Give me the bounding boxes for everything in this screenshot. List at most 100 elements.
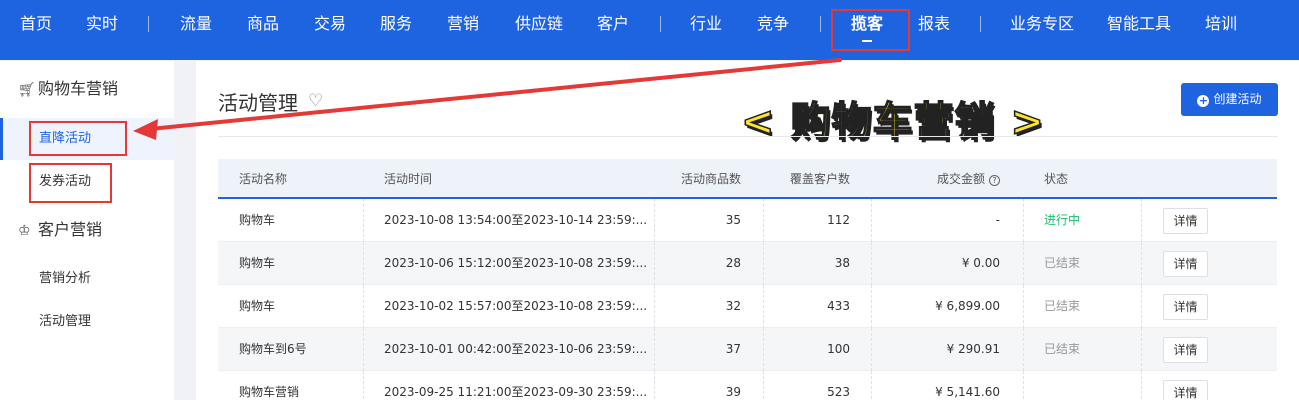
top-nav: 首页 实时 流量 商品 交易 服务 营销 供应链 客户 行业 竞争 揽客 报表 …: [0, 0, 1299, 60]
main-panel: 活动管理 ♡ < 购物车营销 > + 创建活动 活动名称 活动时间 活动商品数 覆…: [196, 61, 1299, 400]
annotation-banner: < 购物车营销 >: [740, 98, 1045, 146]
table-row: 购物车 2023-10-02 15:57:00至2023-10-08 23:59…: [218, 285, 1277, 328]
divider: [218, 136, 1278, 137]
sidebar-group-cart-marketing[interactable]: 🛒︎ 购物车营销: [18, 75, 118, 103]
cell-name: 购物车营销: [239, 385, 300, 399]
nav-item-products[interactable]: 商品: [247, 0, 279, 48]
sidebar-group-label: 客户营销: [38, 220, 103, 239]
nav-item-customers[interactable]: 客户: [597, 0, 629, 48]
column-header-amount: 成交金额?: [908, 159, 1000, 199]
column-divider: [1023, 285, 1024, 328]
cell-customers: 38: [834, 256, 850, 270]
nav-item-reports[interactable]: 报表: [918, 0, 950, 48]
column-divider: [1023, 242, 1024, 285]
cell-name: 购物车: [239, 256, 276, 270]
page-title: 活动管理: [218, 91, 298, 115]
detail-button[interactable]: 详情: [1163, 208, 1208, 234]
cell-time: 2023-10-08 13:54:00至2023-10-14 23:59:...: [384, 213, 648, 227]
create-campaign-button[interactable]: + 创建活动: [1181, 83, 1278, 116]
status-badge: 已结束: [1044, 342, 1081, 356]
nav-item-training[interactable]: 培训: [1205, 0, 1237, 48]
cell-amount: ¥ 6,899.00: [935, 299, 1000, 313]
sidebar-item-campaign-management[interactable]: 活动管理: [0, 301, 174, 343]
column-divider: [363, 328, 364, 371]
column-divider: [363, 242, 364, 285]
column-divider: [1141, 199, 1142, 242]
cell-products: 32: [725, 299, 741, 313]
detail-button[interactable]: 详情: [1163, 337, 1208, 363]
create-campaign-label: 创建活动: [1213, 92, 1262, 106]
table-row: 购物车 2023-10-06 15:12:00至2023-10-08 23:59…: [218, 242, 1277, 285]
column-divider: [1141, 371, 1142, 400]
detail-button[interactable]: 详情: [1163, 380, 1208, 400]
column-divider: [654, 371, 655, 400]
column-header-amount-label: 成交金额: [936, 172, 985, 186]
campaign-table: 活动名称 活动时间 活动商品数 覆盖客户数 成交金额? 状态 购物车 2023-…: [218, 159, 1277, 400]
cell-products: 39: [725, 385, 741, 399]
cell-time: 2023-10-02 15:57:00至2023-10-08 23:59:...: [384, 299, 648, 313]
cell-amount: -: [995, 213, 1000, 227]
column-divider: [1141, 242, 1142, 285]
cell-customers: 112: [827, 213, 850, 227]
column-divider: [1141, 328, 1142, 371]
cell-name: 购物车到6号: [239, 342, 307, 356]
table-row: 购物车营销 2023-09-25 11:21:00至2023-09-30 23:…: [218, 371, 1277, 400]
crown-icon: ♔: [18, 223, 31, 239]
column-header-status: 状态: [1044, 172, 1069, 186]
column-divider: [1023, 199, 1024, 242]
annotation-highlight-box: [831, 9, 910, 51]
column-divider: [654, 328, 655, 371]
annotation-highlight-box: [29, 163, 112, 203]
plus-icon: +: [1197, 94, 1210, 107]
status-badge: 已结束: [1044, 256, 1081, 270]
cell-time: 2023-10-06 15:12:00至2023-10-08 23:59:...: [384, 256, 648, 270]
cell-products: 37: [725, 342, 741, 356]
sidebar-item-marketing-analysis[interactable]: 营销分析: [0, 258, 174, 300]
column-header-time: 活动时间: [384, 172, 433, 186]
nav-item-marketing[interactable]: 营销: [447, 0, 479, 48]
column-header-name: 活动名称: [239, 172, 288, 186]
nav-item-business-zone[interactable]: 业务专区: [1010, 0, 1074, 48]
column-header-customers: 覆盖客户数: [789, 172, 850, 186]
status-badge: 已结束: [1044, 299, 1081, 313]
nav-item-supply-chain[interactable]: 供应链: [515, 0, 563, 48]
column-divider: [654, 199, 655, 242]
nav-item-traffic[interactable]: 流量: [180, 0, 212, 48]
sidebar-group-customer-marketing[interactable]: ♔ 客户营销: [18, 216, 102, 244]
cell-amount: ¥ 290.91: [946, 342, 1000, 356]
column-divider: [654, 242, 655, 285]
column-divider: [1023, 328, 1024, 371]
cart-icon: 🛒︎: [18, 82, 36, 98]
column-header-products: 活动商品数: [680, 172, 741, 186]
detail-button[interactable]: 详情: [1163, 294, 1208, 320]
nav-separator: [148, 16, 149, 32]
cell-customers: 100: [827, 342, 850, 356]
help-icon[interactable]: ?: [989, 175, 1000, 186]
cell-products: 28: [725, 256, 741, 270]
column-divider: [363, 199, 364, 242]
nav-item-realtime[interactable]: 实时: [86, 0, 118, 48]
sidebar: 🛒︎ 购物车营销 直降活动 发券活动 ♔ 客户营销 营销分析 活动管理: [0, 61, 174, 400]
heart-icon[interactable]: ♡: [308, 91, 323, 111]
sidebar-group-label: 购物车营销: [38, 79, 119, 98]
nav-item-home[interactable]: 首页: [20, 0, 52, 48]
column-divider: [363, 371, 364, 400]
cell-amount: ¥ 0.00: [961, 256, 1000, 270]
cell-time: 2023-09-25 11:21:00至2023-09-30 23:59:...: [384, 385, 648, 399]
table-row: 购物车 2023-10-08 13:54:00至2023-10-14 23:59…: [218, 199, 1277, 242]
annotation-highlight-box: [29, 121, 127, 156]
column-divider: [1141, 285, 1142, 328]
nav-item-industry[interactable]: 行业: [690, 0, 722, 48]
detail-button[interactable]: 详情: [1163, 251, 1208, 277]
nav-item-service[interactable]: 服务: [380, 0, 412, 48]
nav-item-trade[interactable]: 交易: [314, 0, 346, 48]
cell-customers: 433: [827, 299, 850, 313]
table-header: 活动名称 活动时间 活动商品数 覆盖客户数 成交金额? 状态: [218, 159, 1277, 199]
nav-separator: [980, 16, 981, 32]
nav-separator: [820, 16, 821, 32]
cell-time: 2023-10-01 00:42:00至2023-10-06 23:59:...: [384, 342, 648, 356]
cell-amount: ¥ 5,141.60: [935, 385, 1000, 399]
nav-item-competition[interactable]: 竞争: [757, 0, 789, 48]
table-row: 购物车到6号 2023-10-01 00:42:00至2023-10-06 23…: [218, 328, 1277, 371]
nav-item-smart-tools[interactable]: 智能工具: [1107, 0, 1171, 48]
